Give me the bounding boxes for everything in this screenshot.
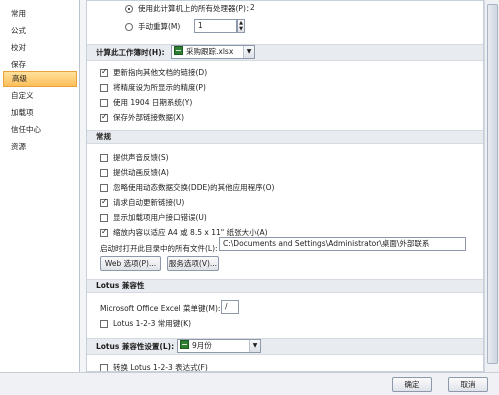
ask-update-links-label: 请求自动更新链接(U) [113, 198, 185, 207]
save-external-link-values-label: 保存外部链接数据(X) [113, 113, 184, 122]
sidebar-item-addins[interactable]: 加载项 [3, 105, 77, 121]
chevron-down-icon[interactable]: ▼ [243, 46, 254, 58]
advanced-options-panel: 使用此计算机上的所有处理器(P)： 2 手动重算(M) 1 ▲ ▼ 计算此工作簿… [86, 0, 484, 372]
manual-recalc-radio[interactable] [125, 23, 133, 31]
sidebar-item-resources[interactable]: 资源 [3, 139, 77, 155]
sidebar-item-proofing[interactable]: 校对 [3, 40, 77, 56]
ok-button[interactable]: 确定 [392, 377, 432, 392]
cancel-button[interactable]: 取消 [448, 377, 488, 392]
sidebar-item-trust-center[interactable]: 信任中心 [3, 122, 77, 138]
animation-feedback-label: 提供动画反馈(A) [113, 168, 169, 177]
content-scrollbar[interactable] [484, 0, 499, 372]
animation-feedback-checkbox[interactable] [100, 169, 108, 177]
sound-feedback-label: 提供声音反馈(S) [113, 153, 169, 162]
scrollbar-thumb[interactable] [487, 4, 498, 364]
lotus-settings-header: Lotus 兼容性设置(L): [87, 338, 483, 355]
sidebar-item-advanced[interactable]: 高级 [3, 71, 77, 87]
ask-update-links-checkbox[interactable] [100, 197, 108, 207]
processor-count: 2 [250, 3, 255, 12]
ignore-dde-label: 忽略使用动态数据交换(DDE)的其他应用程序(O) [113, 183, 275, 192]
menu-key-input[interactable]: / [221, 300, 239, 314]
all-processors-label: 使用此计算机上的所有处理器(P)： [138, 4, 254, 13]
addin-ui-errors-label: 显示加载项用户接口错误(U) [113, 213, 207, 222]
precision-as-displayed-checkbox[interactable] [100, 84, 108, 92]
options-sidebar: 常用 公式 校对 保存 高级 自定义 加载项 信任中心 资源 [0, 0, 80, 372]
precision-as-displayed-label: 将精度设为所显示的精度(P) [113, 83, 206, 92]
lotus-nav-keys-label: Lotus 1-2-3 常用键(K) [113, 319, 192, 328]
date-system-1904-label: 使用 1904 日期系统(Y) [113, 98, 193, 107]
service-options-button[interactable]: 服务选项(V)... [167, 256, 219, 271]
workbook-calc-header: 计算此工作簿时(H): [87, 44, 483, 61]
workbook-select[interactable]: 采购跟踪.xlsx ▼ [171, 45, 255, 59]
workbook-select-value: 采购跟踪.xlsx [186, 47, 234, 56]
excel-file-icon [174, 46, 183, 55]
dialog-footer: 确定 取消 [0, 372, 499, 395]
update-links-label: 更新指向其他文档的链接(D) [113, 68, 208, 77]
lotus-sheet-select[interactable]: 9月份 ▼ [177, 339, 261, 353]
startup-folder-input[interactable]: C:\Documents and Settings\Administrator\… [219, 237, 466, 251]
lotus-sheet-select-value: 9月份 [192, 341, 212, 350]
addin-ui-errors-checkbox[interactable] [100, 214, 108, 222]
sidebar-item-popular[interactable]: 常用 [3, 6, 77, 22]
update-links-checkbox[interactable] [100, 67, 108, 77]
lotus-settings-header-label: Lotus 兼容性设置(L): [96, 342, 175, 351]
date-system-1904-checkbox[interactable] [100, 99, 108, 107]
save-external-link-values-checkbox[interactable] [100, 112, 108, 122]
all-processors-radio[interactable] [125, 5, 133, 13]
scale-to-paper-checkbox[interactable] [100, 227, 108, 237]
chevron-down-icon[interactable]: ▼ [249, 340, 260, 352]
lotus-nav-keys-checkbox[interactable] [100, 320, 108, 328]
spinner-down-icon[interactable]: ▼ [238, 26, 244, 32]
general-header: 常规 [87, 130, 483, 144]
lotus-compat-header-label: Lotus 兼容性 [96, 281, 145, 290]
lotus-compat-header: Lotus 兼容性 [87, 279, 483, 293]
sheet-icon [180, 340, 189, 349]
workbook-calc-header-label: 计算此工作簿时(H): [96, 48, 165, 57]
sidebar-item-formulas[interactable]: 公式 [3, 23, 77, 39]
lotus-formula-label: 转换 Lotus 1-2-3 表达式(F) [113, 363, 208, 372]
ignore-dde-checkbox[interactable] [100, 184, 108, 192]
menu-key-label: Microsoft Office Excel 菜单键(M): [100, 304, 221, 313]
sidebar-item-customize[interactable]: 自定义 [3, 88, 77, 104]
lotus-formula-checkbox[interactable] [100, 364, 108, 371]
startup-folder-label: 启动时打开此目录中的所有文件(L): [100, 244, 218, 253]
web-options-button[interactable]: Web 选项(P)... [100, 256, 161, 271]
thread-count-spinner[interactable]: ▲ ▼ [237, 19, 245, 33]
manual-thread-count-input[interactable]: 1 [194, 19, 237, 33]
sound-feedback-checkbox[interactable] [100, 154, 108, 162]
manual-recalc-label: 手动重算(M) [138, 22, 181, 31]
general-header-label: 常规 [96, 132, 111, 141]
